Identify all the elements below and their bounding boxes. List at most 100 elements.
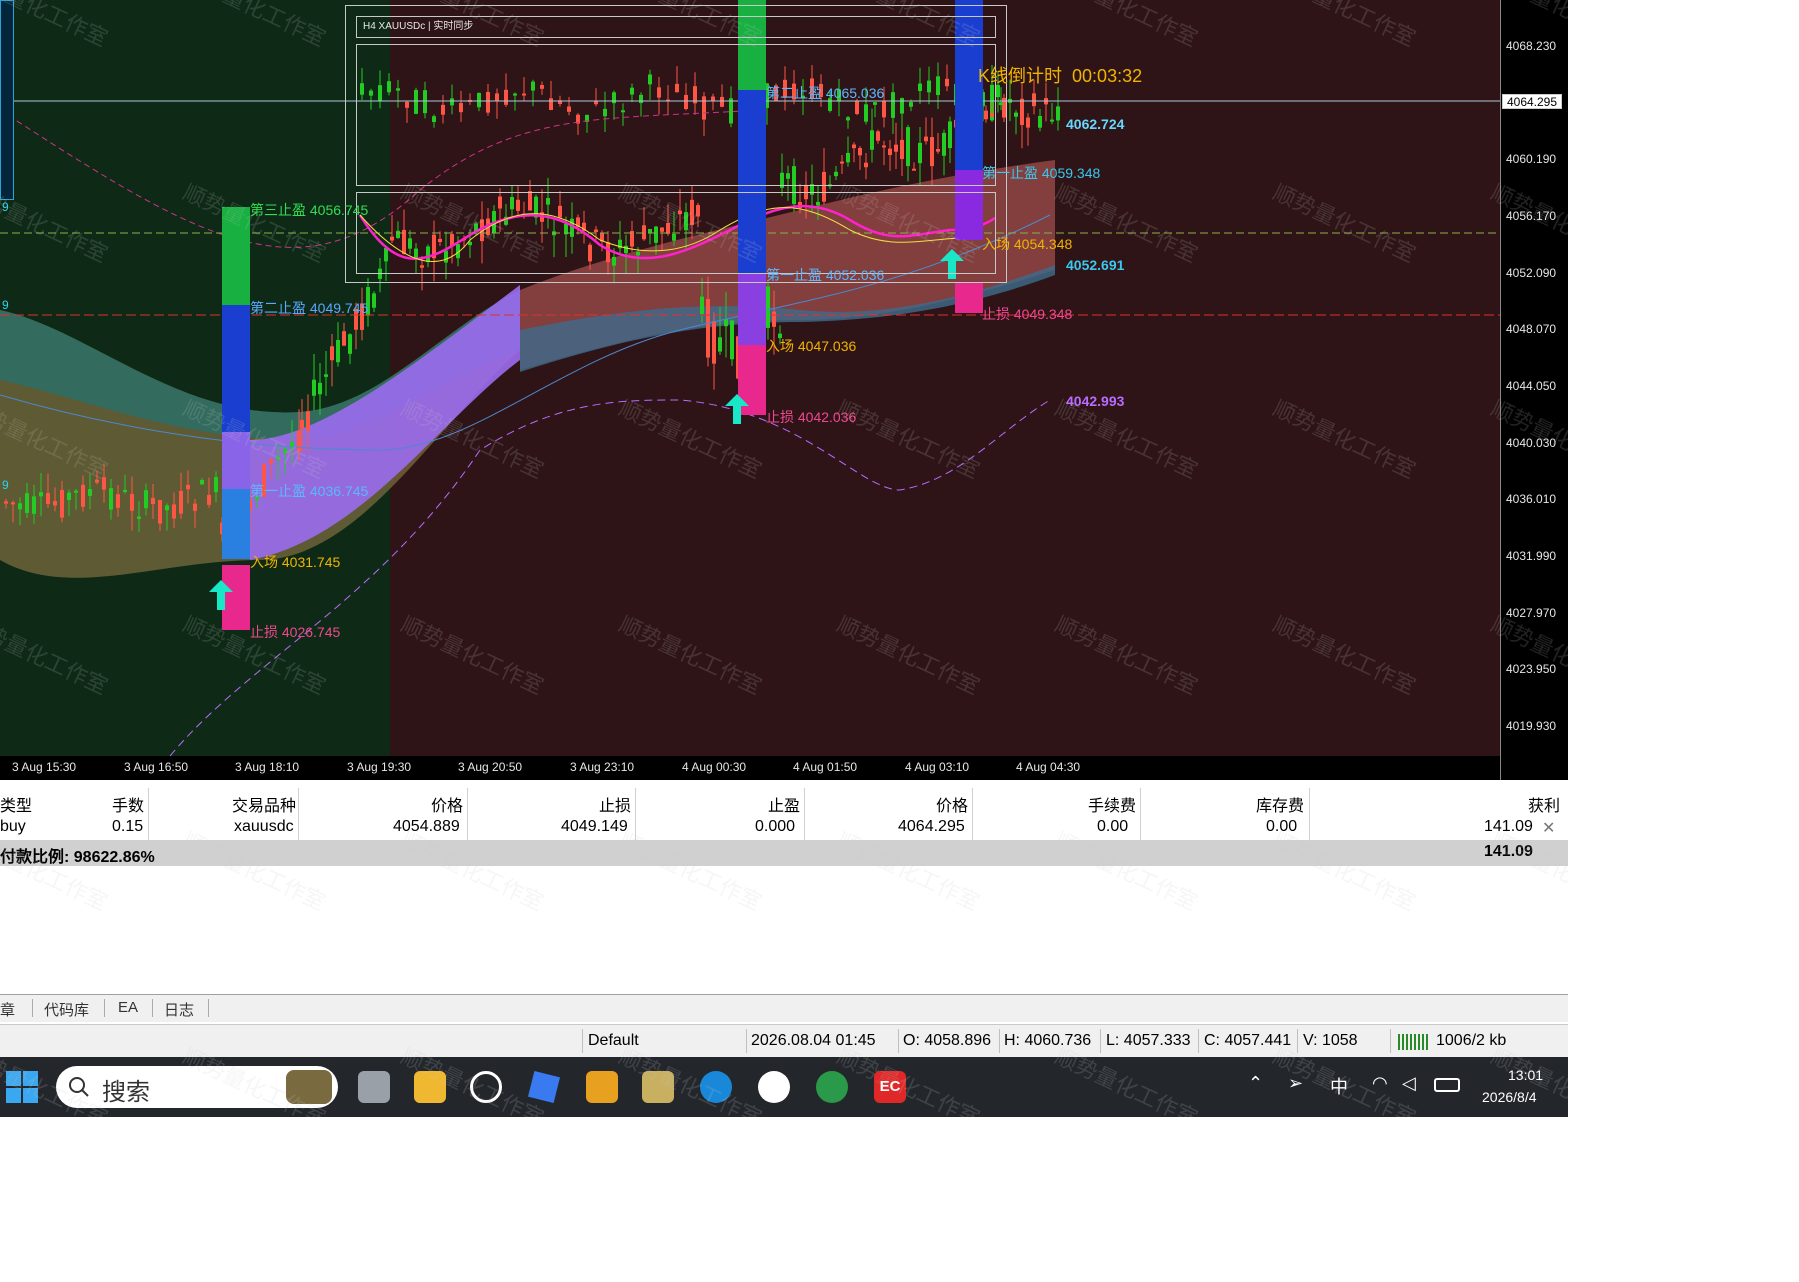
status-divider — [746, 1029, 747, 1053]
edge-icon[interactable] — [700, 1071, 732, 1103]
candle-body — [712, 321, 716, 364]
candle-body — [186, 484, 190, 490]
candle-body — [81, 484, 85, 507]
position-take-profit[interactable]: 0.000 — [755, 818, 795, 836]
column-header-volume[interactable]: 手数 — [112, 792, 144, 816]
column-header-take-profit[interactable]: 止盈 — [768, 792, 800, 816]
search-placeholder: 搜索 — [102, 1079, 150, 1106]
candle-body — [67, 492, 71, 500]
candle-body — [330, 346, 334, 361]
candle-body — [1026, 117, 1030, 128]
volume-icon[interactable]: ◁ — [1402, 1073, 1416, 1094]
feishu-icon[interactable] — [528, 1071, 560, 1103]
time-axis[interactable]: 3 Aug 15:30 3 Aug 16:50 3 Aug 18:10 3 Au… — [0, 756, 1500, 780]
candle-body — [1032, 93, 1036, 107]
inner-chart-window[interactable]: H4 XAUUSDc | 实时同步 — [345, 5, 1007, 283]
price-tick: 4040.030 — [1506, 436, 1557, 450]
candle-body — [348, 334, 352, 354]
clock-date[interactable]: 2026/8/4 — [1482, 1089, 1537, 1105]
position-volume[interactable]: 0.15 — [112, 818, 143, 836]
clock-time[interactable]: 13:01 — [1508, 1067, 1543, 1083]
column-divider — [972, 788, 973, 840]
candle-body — [144, 490, 148, 509]
price-tick: 4068.230 — [1506, 39, 1557, 53]
tp1-zone — [738, 273, 766, 345]
mt5-icon[interactable] — [816, 1071, 848, 1103]
time-tick: 4 Aug 03:10 — [905, 760, 970, 774]
send-icon[interactable]: ➢ — [1288, 1073, 1303, 1094]
candle-body — [116, 494, 120, 508]
tab-journal[interactable]: 日志 — [164, 999, 194, 1020]
folder-icon[interactable] — [414, 1071, 446, 1103]
inner-chart-title: H4 XAUUSDc | 实时同步 — [356, 16, 996, 38]
tp1-label: 第一止盈 4036.745 — [250, 483, 369, 499]
column-header-open-price[interactable]: 价格 — [431, 792, 463, 816]
candle-body — [269, 458, 273, 464]
price-tick: 4019.930 — [1506, 719, 1557, 733]
windows-start-icon[interactable] — [6, 1071, 38, 1103]
battery-icon[interactable] — [1434, 1078, 1460, 1092]
ime-indicator[interactable]: 中 — [1330, 1073, 1348, 1099]
position-symbol[interactable]: xauusdc — [234, 818, 294, 836]
column-header-type[interactable]: 类型 — [0, 792, 32, 816]
wifi-icon[interactable]: ◠ — [1372, 1073, 1388, 1094]
summary-row: 付款比例: 98622.86% 141.09 — [0, 840, 1568, 866]
candle-body — [1050, 119, 1054, 122]
close-position-button[interactable]: ✕ — [1542, 818, 1555, 838]
candle-body — [318, 382, 322, 395]
time-tick: 3 Aug 20:50 — [458, 760, 523, 774]
column-divider — [804, 788, 805, 840]
position-profit[interactable]: 141.09 — [1484, 818, 1533, 836]
countdown-label: K线倒计时 — [978, 66, 1063, 86]
position-stop-loss[interactable]: 4049.149 — [561, 818, 628, 836]
position-commission[interactable]: 0.00 — [1097, 818, 1128, 836]
candle-body — [207, 494, 211, 505]
sublime-icon[interactable] — [586, 1071, 618, 1103]
candle-body — [74, 490, 78, 493]
tray-expand-icon[interactable]: ⌃ — [1248, 1073, 1263, 1094]
tab-ea[interactable]: EA — [118, 999, 138, 1016]
price-axis[interactable]: 4068.230 4060.190 4056.170 4052.090 4048… — [1500, 0, 1568, 780]
candle-body — [60, 489, 64, 518]
taskbar-search[interactable]: 搜索 — [56, 1066, 338, 1108]
price-tick: 4044.050 — [1506, 379, 1557, 393]
chatgpt-icon[interactable] — [470, 1071, 502, 1103]
column-header-symbol[interactable]: 交易品种 — [232, 792, 296, 816]
candle-body — [151, 497, 155, 505]
inner-chart-main-pane — [356, 44, 996, 186]
column-header-stop-loss[interactable]: 止损 — [599, 792, 631, 816]
column-header-swap[interactable]: 库存费 — [1256, 792, 1304, 816]
column-header-current-price[interactable]: 价格 — [936, 792, 968, 816]
time-tick: 3 Aug 15:30 — [12, 760, 77, 774]
column-header-commission[interactable]: 手续费 — [1088, 792, 1136, 816]
ec-icon[interactable]: EC — [874, 1071, 906, 1103]
qq-icon[interactable] — [758, 1071, 790, 1103]
price-tick: 4031.990 — [1506, 549, 1557, 563]
position-swap[interactable]: 0.00 — [1266, 818, 1297, 836]
tab-articles[interactable]: 章 — [0, 999, 15, 1020]
entry-zone — [222, 489, 250, 559]
bar-countdown: K线倒计时 00:03:32 — [978, 62, 1142, 88]
time-tick: 4 Aug 01:50 — [793, 760, 858, 774]
time-tick: 3 Aug 19:30 — [347, 760, 412, 774]
search-highlight-icon — [286, 1070, 332, 1104]
position-type[interactable]: buy — [0, 818, 26, 836]
candle-body — [18, 503, 22, 510]
status-divider — [1100, 1029, 1101, 1053]
status-high: H: 4060.736 — [1004, 1032, 1092, 1049]
tab-code-base[interactable]: 代码库 — [44, 999, 89, 1020]
file-manager-icon[interactable] — [358, 1071, 390, 1103]
position-current-price[interactable]: 4064.295 — [898, 818, 965, 836]
tp2-label: 第二止盈 4049.745 — [250, 300, 369, 316]
status-profile[interactable]: Default — [588, 1032, 639, 1050]
column-header-profit[interactable]: 获利 — [1528, 792, 1560, 816]
candle-body — [53, 501, 57, 506]
notes-icon[interactable] — [642, 1071, 674, 1103]
time-tick: 4 Aug 00:30 — [682, 760, 747, 774]
candle-body — [283, 448, 287, 453]
status-divider — [898, 1029, 899, 1053]
candle-body — [25, 493, 29, 513]
price-tick: 4036.010 — [1506, 492, 1557, 506]
position-open-price[interactable]: 4054.889 — [393, 818, 460, 836]
candle-body — [95, 479, 99, 483]
